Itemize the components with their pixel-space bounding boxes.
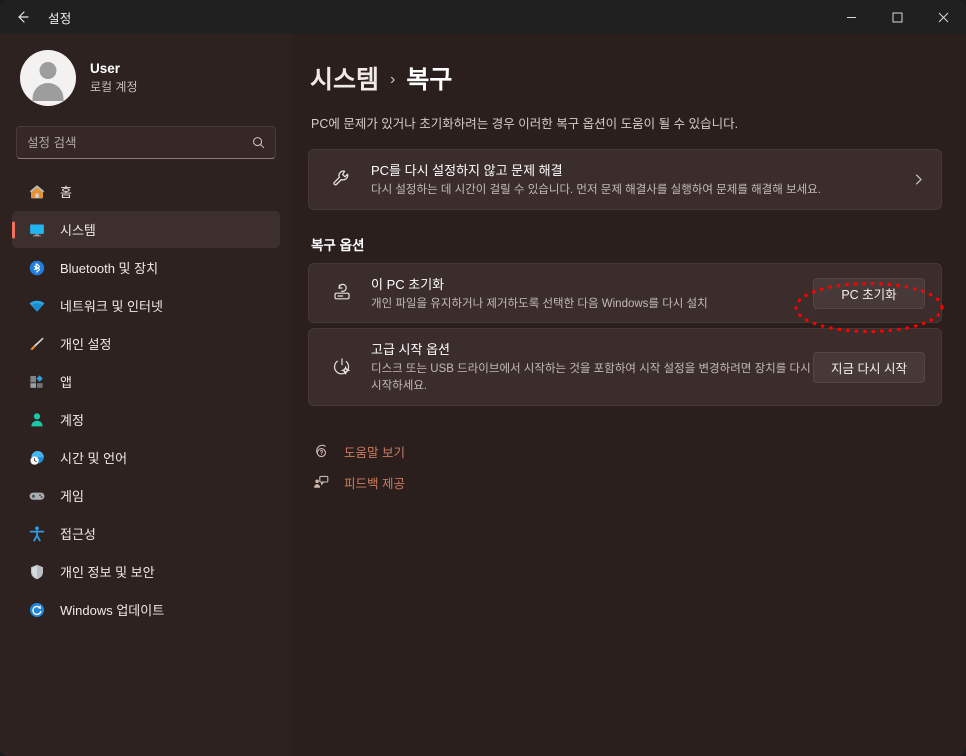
sidebar-item-label: 홈 — [60, 185, 72, 200]
sidebar-item-label: 앱 — [60, 375, 72, 390]
get-help-link[interactable]: 도움말 보기 — [312, 436, 942, 467]
advanced-startup-row[interactable]: 고급 시작 옵션 디스크 또는 USB 드라이브에서 시작하는 것을 포함하여 … — [308, 328, 942, 406]
window-title: 설정 — [48, 11, 72, 26]
recovery-options-list: 이 PC 초기화 개인 파일을 유지하거나 제거하도록 선택한 다음 Windo… — [308, 262, 942, 406]
sidebar-item-label: 계정 — [60, 413, 84, 428]
sidebar-item-label: 접근성 — [60, 527, 96, 542]
page-description: PC에 문제가 있거나 초기화하려는 경우 이러한 복구 옵션이 도움이 될 수… — [311, 117, 739, 131]
sidebar-item-system[interactable]: 시스템 — [12, 211, 280, 248]
sidebar-item-network[interactable]: 네트워크 및 인터넷 — [12, 287, 280, 324]
chevron-right-icon: › — [390, 71, 396, 88]
search-icon — [252, 136, 265, 149]
sidebar-item-label: Bluetooth 및 장치 — [60, 261, 159, 276]
sidebar-item-label: Windows 업데이트 — [60, 603, 165, 618]
sidebar-item-home[interactable]: 홈 — [12, 173, 280, 210]
window-titlebar: 설정 — [0, 0, 966, 34]
give-feedback-link[interactable]: 피드백 제공 — [312, 467, 942, 498]
card-title: 이 PC 초기화 — [371, 276, 445, 292]
search-input[interactable] — [27, 135, 252, 150]
wifi-icon — [27, 296, 47, 316]
maximize-icon[interactable] — [874, 0, 920, 34]
reset-this-pc-row[interactable]: 이 PC 초기화 개인 파일을 유지하거나 제거하도록 선택한 다음 Windo… — [308, 262, 942, 324]
sidebar-item-label: 게임 — [60, 489, 84, 504]
sidebar: User 로컬 계정 설정 검색 홈 시스템 Bluetooth 및 장치 네트… — [0, 34, 292, 756]
home-icon — [27, 182, 47, 202]
shield-icon — [27, 562, 47, 582]
sidebar-item-accessibility[interactable]: 접근성 — [12, 515, 280, 552]
page-title: 복구 — [406, 66, 453, 94]
clock-globe-icon — [27, 448, 47, 468]
sidebar-item-label: 개인 설정 — [60, 337, 112, 352]
close-icon[interactable] — [920, 0, 966, 34]
breadcrumb-parent[interactable]: 시스템 — [310, 60, 379, 96]
sidebar-nav: 홈 시스템 Bluetooth 및 장치 네트워크 및 인터넷 개인 설정 앱 … — [12, 173, 280, 628]
link-label: 도움말 보기 — [344, 445, 405, 460]
back-arrow-icon[interactable] — [0, 0, 44, 34]
sidebar-item-personalization[interactable]: 개인 설정 — [12, 325, 280, 362]
feedback-icon — [312, 474, 330, 490]
account-person-icon — [27, 410, 47, 430]
avatar-person-icon — [20, 50, 76, 106]
footer-links: 도움말 보기 피드백 제공 — [312, 436, 942, 498]
sidebar-item-label: 시간 및 언어 — [60, 451, 128, 466]
power-gear-icon — [325, 356, 359, 378]
sidebar-item-accounts[interactable]: 계정 — [12, 401, 280, 438]
search-box[interactable] — [16, 126, 276, 159]
sidebar-item-privacy-security[interactable]: 개인 정보 및 보안 — [12, 553, 280, 590]
help-question-icon — [312, 443, 330, 459]
bluetooth-icon — [27, 258, 47, 278]
reset-pc-button[interactable]: PC 초기화 — [813, 277, 925, 309]
minimize-icon[interactable] — [828, 0, 874, 34]
card-subtitle: 다시 설정하는 데 시간이 걸릴 수 있습니다. 먼저 문제 해결사를 실행하여… — [371, 184, 821, 196]
card-subtitle: 디스크 또는 USB 드라이브에서 시작하는 것을 포함하여 시작 설정을 변경… — [371, 363, 811, 393]
apps-icon — [27, 372, 47, 392]
link-label: 피드백 제공 — [344, 476, 405, 491]
account-block[interactable]: User 로컬 계정 — [12, 34, 280, 120]
chevron-right-icon[interactable] — [902, 173, 925, 186]
settings-window: 설정 User 로컬 계정 설정 검색 홈 시스템 Bluetooth 및 장치… — [0, 0, 966, 756]
main-content: 시스템 › 복구 PC에 문제가 있거나 초기화하려는 경우 이러한 복구 옵션… — [292, 34, 966, 756]
sidebar-item-time-language[interactable]: 시간 및 언어 — [12, 439, 280, 476]
breadcrumb: 시스템 › 복구 — [310, 60, 942, 96]
restart-now-button[interactable]: 지금 다시 시작 — [813, 351, 925, 383]
card-subtitle: 개인 파일을 유지하거나 제거하도록 선택한 다음 Windows를 다시 설치 — [371, 297, 708, 310]
card-title: 고급 시작 옵션 — [371, 342, 450, 358]
sidebar-item-gaming[interactable]: 게임 — [12, 477, 280, 514]
card-title: PC를 다시 설정하지 않고 문제 해결 — [371, 163, 563, 178]
update-refresh-icon — [27, 600, 47, 620]
sidebar-item-label: 개인 정보 및 보안 — [60, 565, 155, 580]
accessibility-icon — [27, 524, 47, 544]
wrench-icon — [325, 168, 359, 190]
gamepad-icon — [27, 486, 47, 506]
sidebar-item-windows-update[interactable]: Windows 업데이트 — [12, 591, 280, 628]
sidebar-item-label: 시스템 — [60, 223, 96, 238]
account-type: 로컬 계정 — [90, 80, 138, 94]
sidebar-item-label: 네트워크 및 인터넷 — [60, 299, 163, 314]
section-title-recovery-options: 복구 옵션 — [311, 237, 365, 253]
paintbrush-icon — [27, 334, 47, 354]
account-name: User — [90, 61, 121, 76]
troubleshoot-card[interactable]: PC를 다시 설정하지 않고 문제 해결 다시 설정하는 데 시간이 걸릴 수 … — [308, 149, 942, 210]
system-monitor-icon — [27, 220, 47, 240]
pc-reset-icon — [325, 282, 359, 304]
sidebar-item-bluetooth[interactable]: Bluetooth 및 장치 — [12, 249, 280, 286]
sidebar-item-apps[interactable]: 앱 — [12, 363, 280, 400]
